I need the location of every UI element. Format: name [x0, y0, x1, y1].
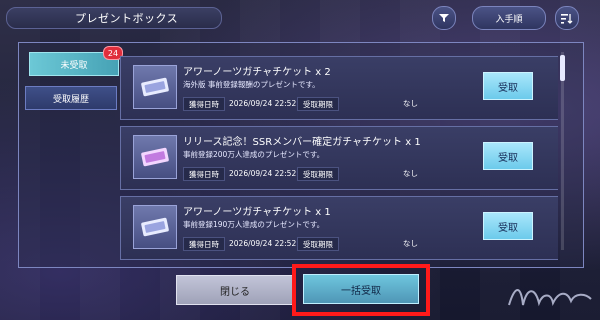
obtained-label: 獲得日時: [183, 237, 225, 251]
claim-button[interactable]: 受取: [483, 142, 533, 170]
scrollbar-track[interactable]: [561, 52, 564, 250]
deadline-label: 受取期限: [297, 167, 339, 181]
ticket-icon: [141, 77, 169, 97]
ticket-thumbnail: [133, 65, 177, 109]
obtained-value: 2026/09/24 22:52: [229, 168, 297, 178]
item-meta: 獲得日時 2026/09/24 22:52 受取期限 なし: [183, 237, 483, 251]
close-button[interactable]: 閉じる: [176, 275, 294, 305]
obtained-value: 2026/09/24 22:52: [229, 98, 297, 108]
obtained-label: 獲得日時: [183, 97, 225, 111]
page-title: プレゼントボックス: [75, 12, 179, 25]
item-title: アワーノーツガチャチケット x 1: [183, 207, 331, 218]
close-button-label: 閉じる: [220, 286, 250, 298]
deadline-value: なし: [403, 238, 418, 248]
deadline-label: 受取期限: [297, 237, 339, 251]
claim-button-label: 受取: [498, 222, 518, 234]
item-meta: 獲得日時 2026/09/24 22:52 受取期限 なし: [183, 167, 483, 181]
claim-button-label: 受取: [498, 152, 518, 164]
sort-direction-button[interactable]: [555, 6, 579, 30]
item-meta: 獲得日時 2026/09/24 22:52 受取期限 なし: [183, 97, 483, 111]
ticket-thumbnail: [133, 205, 177, 249]
item-title: リリース記念！SSRメンバー確定ガチャチケット x 1: [183, 137, 421, 148]
ticket-thumbnail: [133, 135, 177, 179]
ticket-icon: [141, 217, 169, 237]
claim-button-label: 受取: [498, 82, 518, 94]
item-description: 事前登録190万人達成のプレゼントです。: [183, 220, 325, 229]
deadline-value: なし: [403, 98, 418, 108]
obtained-value: 2026/09/24 22:52: [229, 238, 297, 248]
filter-button[interactable]: [432, 6, 456, 30]
claim-button[interactable]: 受取: [483, 72, 533, 100]
highlight-box: [292, 264, 430, 316]
list-item: リリース記念！SSRメンバー確定ガチャチケット x 1 事前登録200万人達成の…: [120, 126, 558, 190]
tab-history-label: 受取履歴: [52, 94, 89, 105]
scrollbar-thumb[interactable]: [560, 55, 565, 81]
sort-order-button[interactable]: 入手順: [472, 6, 546, 30]
tab-unclaimed-label: 未受取: [60, 60, 88, 71]
title-bar: プレゼントボックス: [6, 7, 222, 29]
unclaimed-count: 24: [107, 48, 119, 58]
deadline-label: 受取期限: [297, 97, 339, 111]
tab-history[interactable]: 受取履歴: [25, 86, 117, 110]
item-description: 海外版 事前登録報酬のプレゼントです。: [183, 80, 320, 89]
ticket-icon: [141, 147, 169, 167]
sort-icon: [561, 13, 573, 24]
deadline-value: なし: [403, 168, 418, 178]
item-description: 事前登録200万人達成のプレゼントです。: [183, 150, 325, 159]
list-item: アワーノーツガチャチケット x 2 海外版 事前登録報酬のプレゼントです。 獲得…: [120, 56, 558, 120]
claim-button[interactable]: 受取: [483, 212, 533, 240]
sort-order-label: 入手順: [495, 14, 523, 25]
obtained-label: 獲得日時: [183, 167, 225, 181]
list-item: アワーノーツガチャチケット x 1 事前登録190万人達成のプレゼントです。 獲…: [120, 196, 558, 260]
filter-icon: [439, 14, 449, 22]
present-list[interactable]: アワーノーツガチャチケット x 2 海外版 事前登録報酬のプレゼントです。 獲得…: [120, 46, 558, 260]
item-title: アワーノーツガチャチケット x 2: [183, 67, 331, 78]
neon-sign-decoration: [508, 289, 592, 307]
